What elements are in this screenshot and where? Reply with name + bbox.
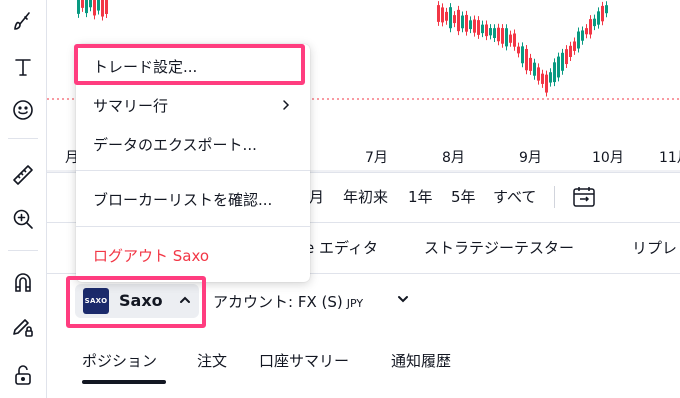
- candle-body: [549, 72, 552, 83]
- text-icon[interactable]: [6, 50, 40, 84]
- tab-strategy-tester[interactable]: ストラテジーテスター: [424, 237, 574, 258]
- account-currency: JPY: [346, 297, 364, 310]
- menu-divider: [76, 226, 310, 227]
- candle-body: [589, 19, 592, 35]
- candle-body: [489, 28, 492, 36]
- candle-body: [497, 27, 500, 42]
- candle-body: [529, 57, 532, 71]
- candle-body: [85, 0, 88, 14]
- candle-body: [517, 46, 520, 54]
- tab-replay[interactable]: リプレ: [632, 237, 677, 258]
- x-axis-label: 7月: [365, 150, 388, 166]
- candle-body: [565, 49, 568, 65]
- candle-body: [453, 15, 456, 24]
- candle-body: [493, 28, 496, 39]
- ruler-icon[interactable]: [6, 158, 40, 192]
- candle-body: [601, 5, 604, 22]
- candle-body: [465, 14, 468, 32]
- x-axis-label: 9月: [519, 150, 542, 166]
- candle-body: [509, 34, 512, 43]
- candle-body: [93, 0, 96, 16]
- candle-body: [541, 73, 544, 84]
- range-divider: [554, 186, 555, 208]
- tab-notification-log[interactable]: 通知履歴: [391, 350, 451, 371]
- candle-body: [593, 18, 596, 27]
- candle-body: [569, 45, 572, 57]
- candle-body: [77, 0, 80, 14]
- unlock-icon[interactable]: [6, 358, 40, 392]
- menu-divider: [76, 170, 310, 171]
- candle-body: [513, 33, 516, 47]
- range-5y-button[interactable]: 5年: [451, 186, 476, 207]
- x-axis-label: 8月: [442, 150, 465, 166]
- highlight-box-trade-settings: [74, 44, 305, 85]
- tab-account-summary[interactable]: 口座サマリー: [259, 350, 349, 371]
- candle-body: [437, 5, 440, 22]
- candle-body: [525, 48, 528, 71]
- highlight-box-broker-button: [66, 276, 206, 328]
- candle-body: [473, 19, 476, 33]
- chevron-right-icon: [283, 100, 290, 110]
- candle-body: [537, 67, 540, 81]
- candle-body: [553, 62, 556, 83]
- trading-panel-tabs: ポジション 注文 口座サマリー 通知履歴: [47, 330, 680, 398]
- tab-positions[interactable]: ポジション: [82, 350, 157, 371]
- menu-item-summary-row[interactable]: サマリー行: [93, 95, 168, 116]
- candle-body: [469, 20, 472, 30]
- candle-body: [449, 7, 452, 29]
- candle-body: [605, 5, 608, 14]
- lock-drawing-icon[interactable]: [6, 310, 40, 344]
- range-all-button[interactable]: すべて: [493, 186, 536, 207]
- menu-item-broker-list[interactable]: ブローカーリストを確認...: [93, 189, 272, 210]
- candle-body: [505, 28, 508, 47]
- range-ytd-button[interactable]: 年初来: [343, 186, 388, 207]
- candle-body: [581, 30, 584, 41]
- toolbar-divider: [8, 138, 38, 139]
- account-label: アカウント: FX (S): [213, 293, 343, 311]
- chevron-down-icon[interactable]: [397, 293, 409, 305]
- candle-body: [577, 31, 580, 49]
- calendar-range-icon[interactable]: [571, 184, 597, 210]
- candle-body: [557, 56, 560, 78]
- candle-body: [441, 7, 444, 23]
- menu-item-export-data[interactable]: データのエクスポート...: [93, 134, 257, 155]
- toolbar-divider: [8, 250, 38, 251]
- candle-body: [585, 28, 588, 35]
- candle-body: [573, 41, 576, 51]
- emoji-icon[interactable]: [6, 93, 40, 127]
- candle-body: [81, 0, 84, 8]
- candle-body: [501, 28, 504, 44]
- candle-body: [457, 9, 460, 32]
- candle-body: [597, 11, 600, 25]
- active-tab-indicator: [82, 380, 166, 384]
- candle-body: [477, 20, 480, 35]
- candle-body: [101, 0, 104, 17]
- range-1y-button[interactable]: 1年: [408, 186, 433, 207]
- magnet-icon[interactable]: [6, 266, 40, 300]
- candle-body: [533, 62, 536, 76]
- candle-body: [461, 15, 464, 29]
- candle-body: [445, 11, 448, 21]
- candle-body: [481, 24, 484, 34]
- brush-icon[interactable]: [6, 4, 40, 38]
- candle-body: [561, 52, 564, 71]
- account-selector[interactable]: アカウント: FX (S) JPY: [213, 291, 363, 312]
- candle-body: [89, 0, 92, 8]
- x-axis-label: 11月: [659, 150, 680, 166]
- candle-body: [105, 0, 108, 14]
- range-month-button[interactable]: 月: [309, 186, 324, 207]
- menu-item-logout[interactable]: ログアウト Saxo: [93, 245, 209, 266]
- tab-orders[interactable]: 注文: [197, 350, 227, 371]
- tab-pine-editor[interactable]: e エディタ: [305, 237, 378, 258]
- x-axis-label: 10月: [592, 150, 624, 166]
- candle-body: [485, 24, 488, 37]
- drawing-toolbar: [0, 0, 47, 398]
- candle-body: [97, 0, 100, 11]
- zoom-in-icon[interactable]: [6, 202, 40, 236]
- candle-body: [521, 46, 524, 64]
- candle-body: [545, 74, 548, 93]
